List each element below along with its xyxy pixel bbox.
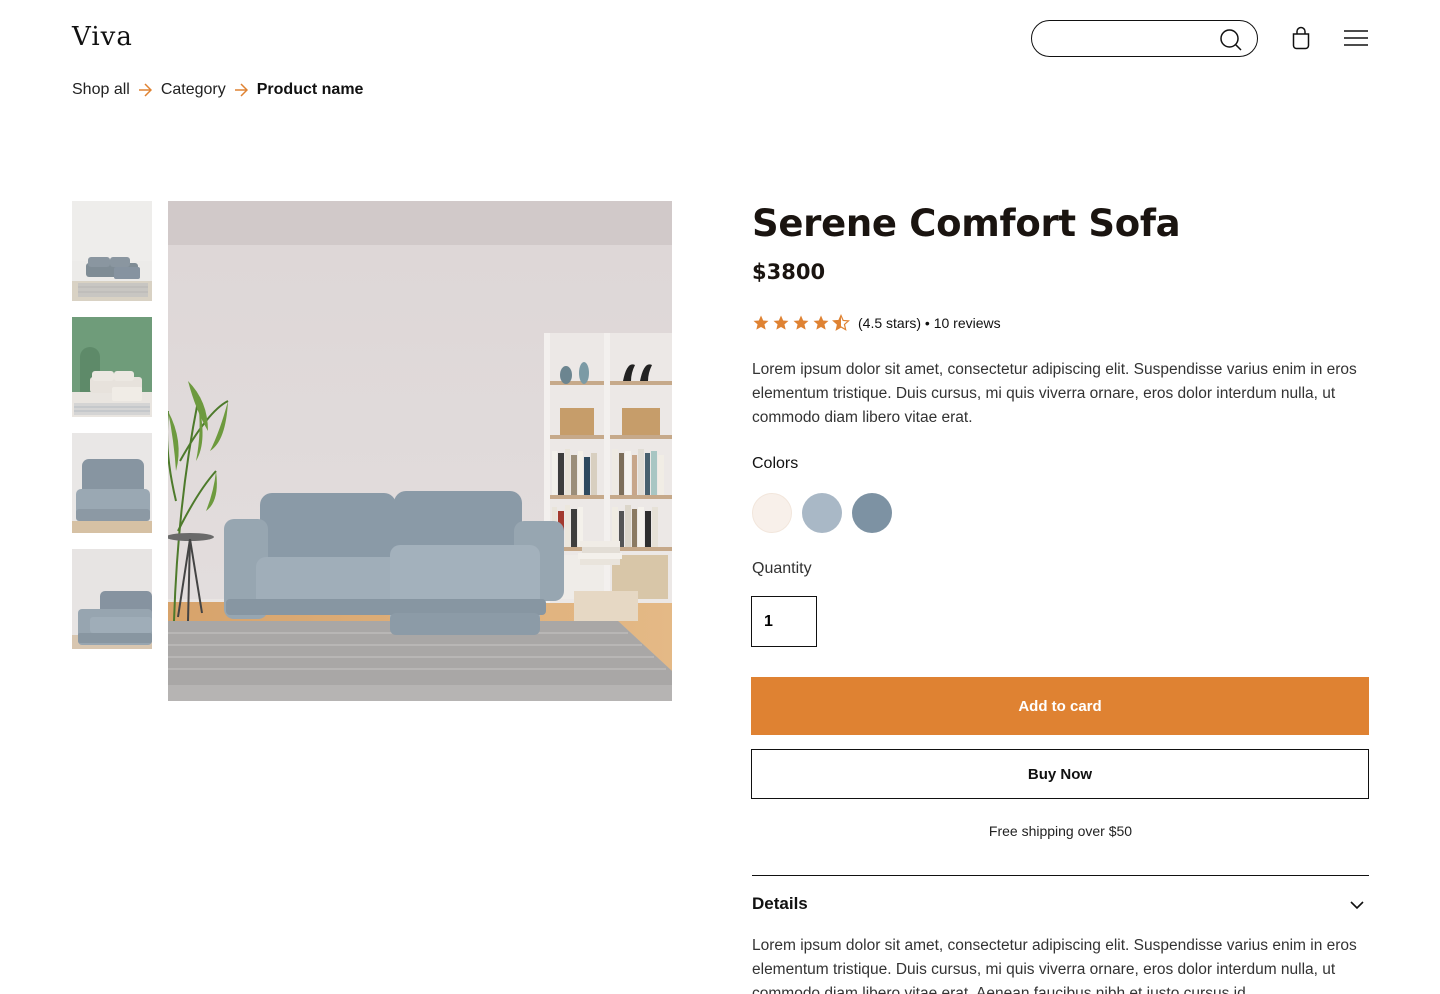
star-full-icon bbox=[753, 315, 769, 330]
quantity-field[interactable] bbox=[751, 596, 817, 647]
search-bar[interactable] bbox=[1031, 20, 1258, 57]
color-swatch-slate-blue[interactable] bbox=[852, 493, 892, 533]
color-swatch-cream[interactable] bbox=[752, 493, 792, 533]
quantity-label: Quantity bbox=[752, 560, 812, 577]
product-price: $3800 bbox=[752, 260, 826, 284]
product-description: Lorem ipsum dolor sit amet, consectetur … bbox=[752, 361, 1357, 426]
star-full-icon bbox=[773, 315, 789, 330]
breadcrumb-shop-all[interactable]: Shop all bbox=[72, 81, 130, 99]
details-title: Details bbox=[752, 894, 808, 913]
product-thumbnail[interactable] bbox=[72, 201, 152, 301]
details-body: Lorem ipsum dolor sit amet, consectetur … bbox=[752, 937, 1357, 994]
product-thumbnail[interactable] bbox=[72, 317, 152, 417]
quantity-input[interactable] bbox=[752, 597, 816, 646]
shipping-note: Free shipping over $50 bbox=[988, 823, 1133, 839]
breadcrumb: Shop all Category Product name bbox=[72, 80, 363, 100]
product-title: Serene Comfort Sofa bbox=[752, 202, 1181, 245]
buy-now-button[interactable]: Buy Now bbox=[751, 749, 1369, 799]
breadcrumb-category[interactable]: Category bbox=[161, 81, 226, 99]
chevron-down-icon[interactable] bbox=[1349, 897, 1365, 913]
breadcrumb-product-name: Product name bbox=[256, 81, 364, 98]
arrow-right-icon bbox=[234, 83, 248, 97]
product-thumbnail[interactable] bbox=[72, 549, 152, 649]
star-half-icon bbox=[832, 314, 850, 331]
add-to-cart-button[interactable]: Add to card bbox=[751, 677, 1369, 735]
details-accordion-header[interactable]: Details bbox=[752, 892, 1369, 918]
product-main-image bbox=[168, 201, 672, 701]
rating-text[interactable]: (4.5 stars) • 10 reviews bbox=[858, 315, 1001, 331]
color-swatch-light-blue[interactable] bbox=[802, 493, 842, 533]
search-input[interactable] bbox=[1046, 28, 1206, 50]
search-icon[interactable] bbox=[1219, 28, 1243, 52]
divider bbox=[752, 875, 1369, 876]
star-full-icon bbox=[793, 315, 809, 330]
star-rating bbox=[752, 314, 852, 332]
product-rating: (4.5 stars) • 10 reviews bbox=[752, 314, 1001, 332]
shopping-bag-icon[interactable] bbox=[1290, 26, 1312, 50]
product-thumbnail[interactable] bbox=[72, 433, 152, 533]
star-full-icon bbox=[813, 315, 829, 330]
color-swatches bbox=[752, 493, 902, 533]
thumbnail-gallery bbox=[72, 201, 152, 665]
colors-label: Colors bbox=[752, 455, 799, 472]
arrow-right-icon bbox=[138, 83, 152, 97]
site-header: Viva bbox=[0, 0, 1440, 76]
logo[interactable]: Viva bbox=[72, 22, 133, 52]
hamburger-menu-icon[interactable] bbox=[1343, 29, 1369, 47]
